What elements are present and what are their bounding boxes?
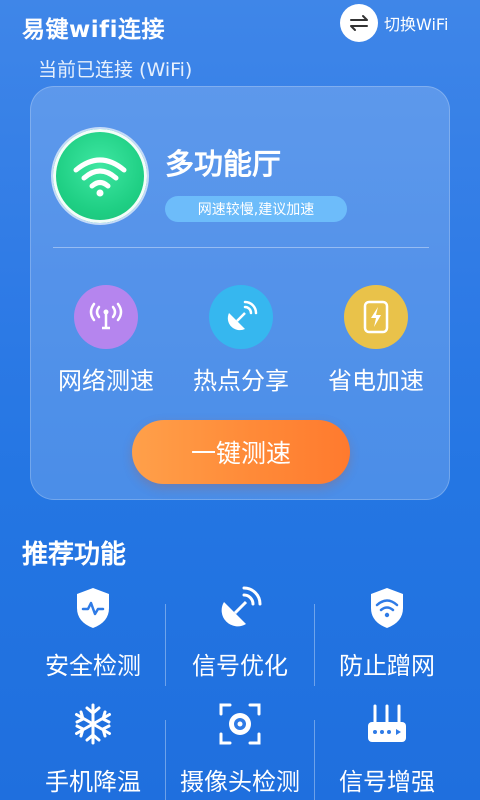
wifi-icon (53, 129, 147, 223)
app-title: 易键wifi连接 (22, 17, 166, 43)
signal-boost-button[interactable]: 信号增强 (313, 700, 461, 797)
camera-detect-button[interactable]: 摄像头检测 (166, 700, 314, 797)
grid-item-label: 信号增强 (339, 768, 435, 796)
security-check-button[interactable]: 安全检测 (19, 584, 167, 681)
swap-arrows-icon (340, 4, 378, 42)
router-icon (363, 700, 411, 748)
recommended-title: 推荐功能 (22, 540, 127, 570)
connection-card: 多功能厅 网速较慢,建议加速 网络测速 热点分享 省电加速 一键测速 (30, 86, 450, 500)
phone-cooling-button[interactable]: 手机降温 (19, 700, 167, 797)
grid-item-label: 防止蹭网 (339, 652, 435, 680)
feature-label: 省电加速 (328, 367, 424, 395)
satellite-dish-icon (209, 285, 273, 349)
grid-item-label: 安全检测 (45, 652, 141, 680)
grid-item-label: 手机降温 (45, 768, 141, 796)
connection-status-label: 当前已连接 (WiFi) (38, 59, 193, 81)
wifi-shield-icon (363, 584, 411, 632)
feature-label: 热点分享 (193, 367, 289, 395)
signal-waves-icon (74, 285, 138, 349)
shield-pulse-icon (69, 584, 117, 632)
one-click-speed-test-button[interactable]: 一键测速 (132, 420, 350, 484)
switch-wifi-button[interactable]: 切换WiFi (340, 4, 448, 42)
power-save-boost-button[interactable]: 省电加速 (306, 285, 446, 396)
feature-label: 网络测速 (58, 367, 154, 395)
divider (53, 247, 429, 248)
battery-charge-icon (344, 285, 408, 349)
hotspot-share-button[interactable]: 热点分享 (171, 285, 311, 396)
grid-item-label: 摄像头检测 (180, 768, 300, 796)
network-name: 多功能厅 (165, 147, 282, 181)
network-speed-test-button[interactable]: 网络测速 (36, 285, 176, 396)
satellite-dish-icon (216, 584, 264, 632)
speed-status-badge: 网速较慢,建议加速 (165, 196, 347, 222)
switch-wifi-label: 切换WiFi (384, 15, 449, 34)
grid-item-label: 信号优化 (192, 652, 288, 680)
snowflake-icon (69, 700, 117, 748)
camera-scan-icon (216, 700, 264, 748)
anti-freeloader-button[interactable]: 防止蹭网 (313, 584, 461, 681)
signal-optimize-button[interactable]: 信号优化 (166, 584, 314, 681)
